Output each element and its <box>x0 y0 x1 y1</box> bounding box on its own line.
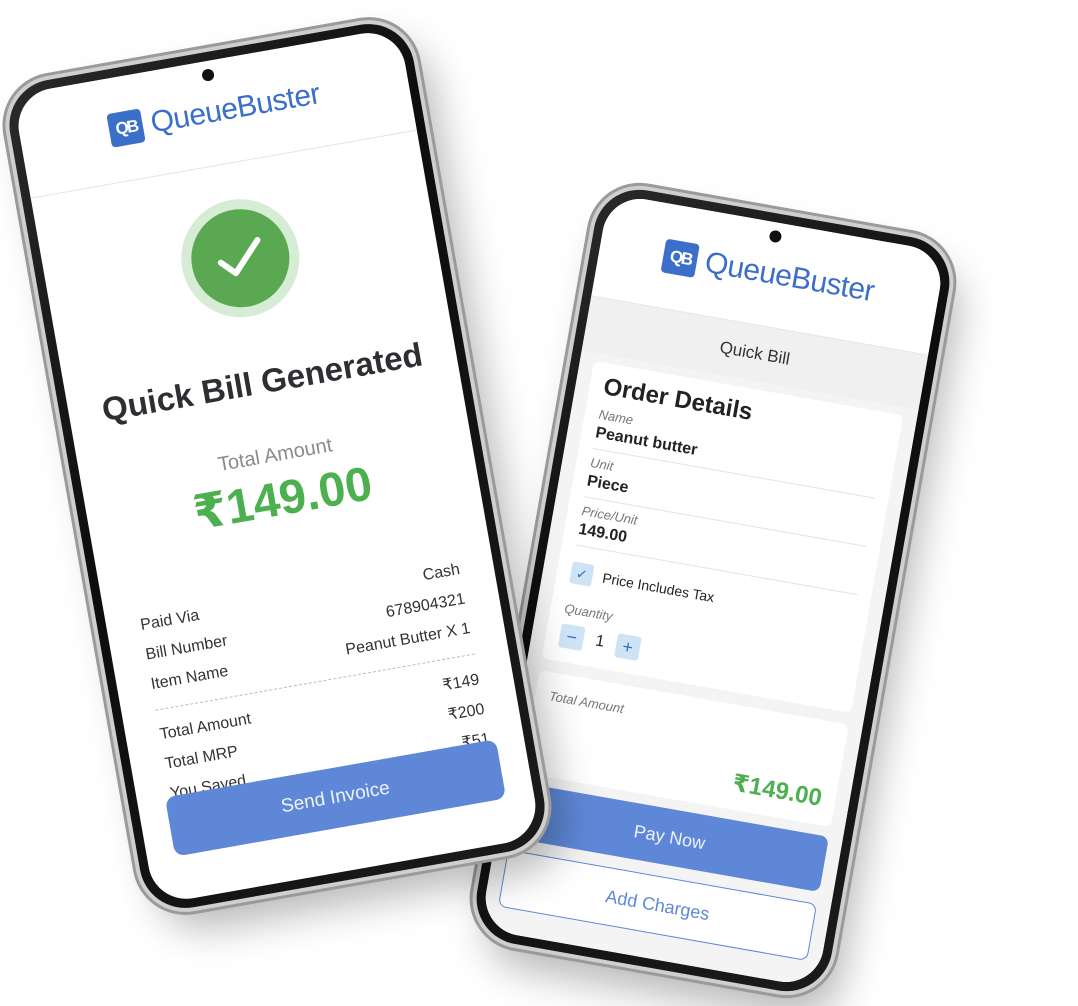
checkbox-label: Price Includes Tax <box>601 569 716 606</box>
brand-name: QueueBuster <box>702 245 877 309</box>
phone-quick-bill-generated: QB QueueBuster Quick Bill Generated Tota… <box>2 16 552 916</box>
brand-name: QueueBuster <box>148 77 323 140</box>
summary-value: ₹200 <box>446 700 486 724</box>
phone-order-details: QB QueueBuster Quick Bill Order Details … <box>469 182 957 999</box>
phone-screen: QB QueueBuster Quick Bill Generated Tota… <box>12 27 542 905</box>
detail-label: Paid Via <box>139 606 201 634</box>
detail-label: Item Name <box>149 662 230 694</box>
screen-title: Quick Bill <box>718 337 792 369</box>
detail-value: Cash <box>421 560 462 585</box>
queuebuster-logo-icon: QB <box>106 108 147 148</box>
plus-icon[interactable]: + <box>613 633 642 661</box>
success-badge <box>172 189 309 327</box>
minus-icon[interactable]: − <box>557 623 586 652</box>
stage: QB QueueBuster Quick Bill Generated Tota… <box>0 0 1078 1006</box>
quantity-value: 1 <box>593 632 606 651</box>
check-icon <box>183 201 298 315</box>
page-title: Quick Bill Generated <box>99 335 426 429</box>
phone-screen: QB QueueBuster Quick Bill Order Details … <box>479 192 947 989</box>
order-details-card: Order Details Name Peanut butter Unit Pi… <box>541 360 904 713</box>
order-content: Order Details Name Peanut butter Unit Pi… <box>479 350 919 989</box>
queuebuster-logo-icon: QB <box>660 238 701 279</box>
total-amount-value: ₹149.00 <box>730 769 824 812</box>
summary-value: ₹149 <box>441 671 481 695</box>
checkbox-checked-icon[interactable]: ✓ <box>569 561 595 587</box>
app-header: QB QueueBuster <box>12 27 417 199</box>
